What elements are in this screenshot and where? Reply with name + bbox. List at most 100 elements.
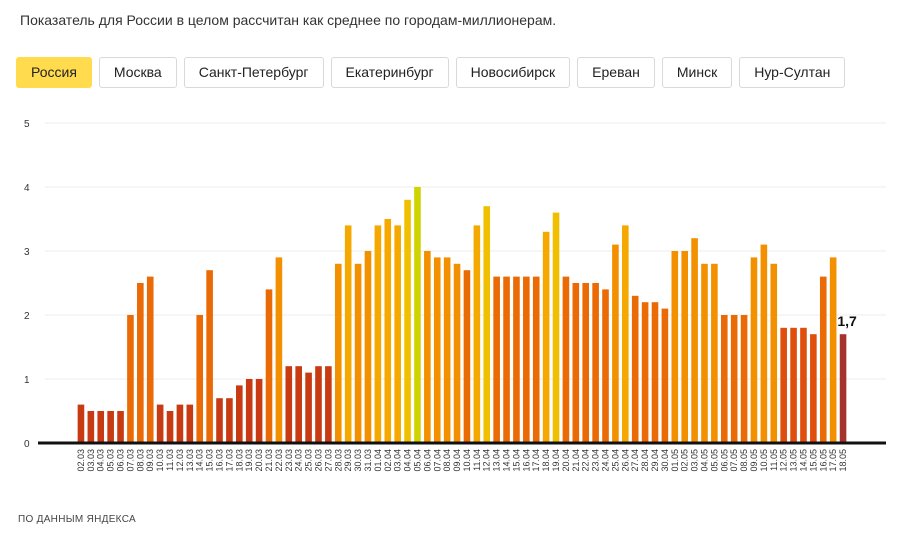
bar bbox=[532, 276, 540, 443]
bar bbox=[790, 327, 797, 443]
x-tick-label: 13.05 bbox=[789, 449, 799, 472]
bar bbox=[720, 315, 728, 443]
x-tick-label: 07.04 bbox=[432, 449, 442, 472]
x-tick-label: 28.03 bbox=[333, 449, 343, 472]
bar bbox=[443, 257, 451, 443]
x-tick-label: 29.03 bbox=[343, 449, 353, 472]
bar bbox=[503, 276, 510, 443]
bar bbox=[433, 257, 441, 443]
x-tick-label: 17.04 bbox=[531, 449, 541, 472]
bar bbox=[839, 334, 847, 443]
x-tick-label: 12.05 bbox=[779, 449, 789, 472]
x-tick-label: 05.04 bbox=[412, 449, 422, 472]
bar bbox=[493, 276, 500, 443]
x-tick-label: 03.03 bbox=[86, 449, 96, 472]
bar bbox=[671, 251, 679, 443]
x-tick-label: 17.03 bbox=[224, 449, 234, 472]
bar bbox=[552, 212, 560, 443]
bar bbox=[780, 327, 787, 443]
y-tick-label: 4 bbox=[24, 183, 30, 194]
bar bbox=[641, 302, 649, 443]
bar bbox=[394, 225, 401, 443]
bar bbox=[334, 263, 342, 443]
x-tick-label: 21.03 bbox=[264, 449, 274, 472]
x-tick-label: 01.04 bbox=[373, 449, 383, 472]
x-tick-label: 04.04 bbox=[403, 449, 413, 472]
bar bbox=[810, 334, 817, 443]
bar bbox=[216, 398, 223, 443]
bar bbox=[255, 379, 263, 443]
x-tick-label: 27.04 bbox=[630, 449, 640, 472]
bar bbox=[701, 263, 708, 443]
x-tick-label: 12.03 bbox=[175, 449, 185, 472]
bar bbox=[750, 257, 758, 443]
x-tick-label: 19.03 bbox=[244, 449, 254, 472]
bar bbox=[354, 263, 362, 443]
x-tick-label: 01.05 bbox=[670, 449, 680, 472]
bar bbox=[137, 283, 144, 443]
x-tick-label: 05.03 bbox=[106, 449, 116, 472]
bar bbox=[740, 315, 748, 443]
bar bbox=[483, 206, 491, 443]
x-tick-label: 28.04 bbox=[640, 449, 650, 472]
bar bbox=[285, 366, 293, 443]
x-tick-label: 23.03 bbox=[284, 449, 294, 472]
bar bbox=[374, 225, 382, 443]
x-tick-label: 15.04 bbox=[511, 449, 521, 472]
x-tick-label: 16.05 bbox=[818, 449, 828, 472]
bar bbox=[473, 225, 481, 443]
x-tick-label: 11.03 bbox=[165, 449, 175, 471]
y-tick-label: 3 bbox=[24, 247, 30, 258]
x-tick-label: 15.05 bbox=[808, 449, 818, 472]
bar bbox=[730, 315, 738, 443]
bar bbox=[800, 327, 807, 443]
bar bbox=[77, 404, 85, 443]
bar bbox=[295, 366, 302, 443]
x-tick-label: 09.04 bbox=[452, 449, 462, 472]
x-tick-label: 21.04 bbox=[571, 449, 581, 472]
x-tick-label: 03.04 bbox=[393, 449, 403, 472]
x-tick-label: 10.05 bbox=[759, 449, 769, 472]
x-tick-label: 19.04 bbox=[551, 449, 561, 472]
bar bbox=[414, 187, 421, 443]
x-tick-label: 15.03 bbox=[205, 449, 215, 472]
bar bbox=[117, 411, 124, 443]
bar bbox=[562, 276, 570, 443]
bar bbox=[97, 411, 105, 443]
x-tick-label: 08.03 bbox=[135, 449, 145, 472]
x-tick-label: 03.05 bbox=[690, 449, 700, 472]
y-tick-label: 5 bbox=[24, 119, 30, 130]
bar bbox=[463, 270, 471, 443]
bar bbox=[156, 404, 164, 443]
x-tick-label: 06.03 bbox=[116, 449, 126, 472]
bar bbox=[236, 385, 243, 443]
bar bbox=[542, 231, 550, 443]
bar bbox=[819, 276, 827, 443]
bar bbox=[166, 411, 174, 443]
bar bbox=[691, 238, 698, 443]
x-tick-label: 09.03 bbox=[145, 449, 155, 472]
bar bbox=[592, 283, 599, 443]
x-tick-label: 17.05 bbox=[828, 449, 838, 472]
x-tick-label: 20.03 bbox=[254, 449, 264, 472]
x-tick-label: 18.04 bbox=[541, 449, 551, 472]
x-tick-label: 31.03 bbox=[363, 449, 373, 472]
bar bbox=[760, 244, 768, 443]
x-tick-label: 10.04 bbox=[462, 449, 472, 472]
bar bbox=[404, 199, 411, 443]
bar bbox=[196, 315, 204, 443]
bar bbox=[612, 244, 619, 443]
bar bbox=[107, 411, 114, 443]
bar bbox=[661, 308, 669, 443]
y-tick-label: 0 bbox=[24, 439, 30, 450]
x-tick-label: 14.04 bbox=[502, 449, 512, 472]
x-tick-label: 04.05 bbox=[699, 449, 709, 472]
x-tick-label: 22.04 bbox=[581, 449, 591, 472]
x-tick-label: 07.05 bbox=[729, 449, 739, 472]
source-footnote: ПО ДАННЫМ ЯНДЕКСА bbox=[18, 514, 136, 525]
bar bbox=[344, 225, 352, 443]
bar bbox=[384, 219, 392, 443]
bar bbox=[127, 315, 134, 443]
x-tick-label: 22.03 bbox=[274, 449, 284, 472]
bar bbox=[523, 276, 530, 443]
